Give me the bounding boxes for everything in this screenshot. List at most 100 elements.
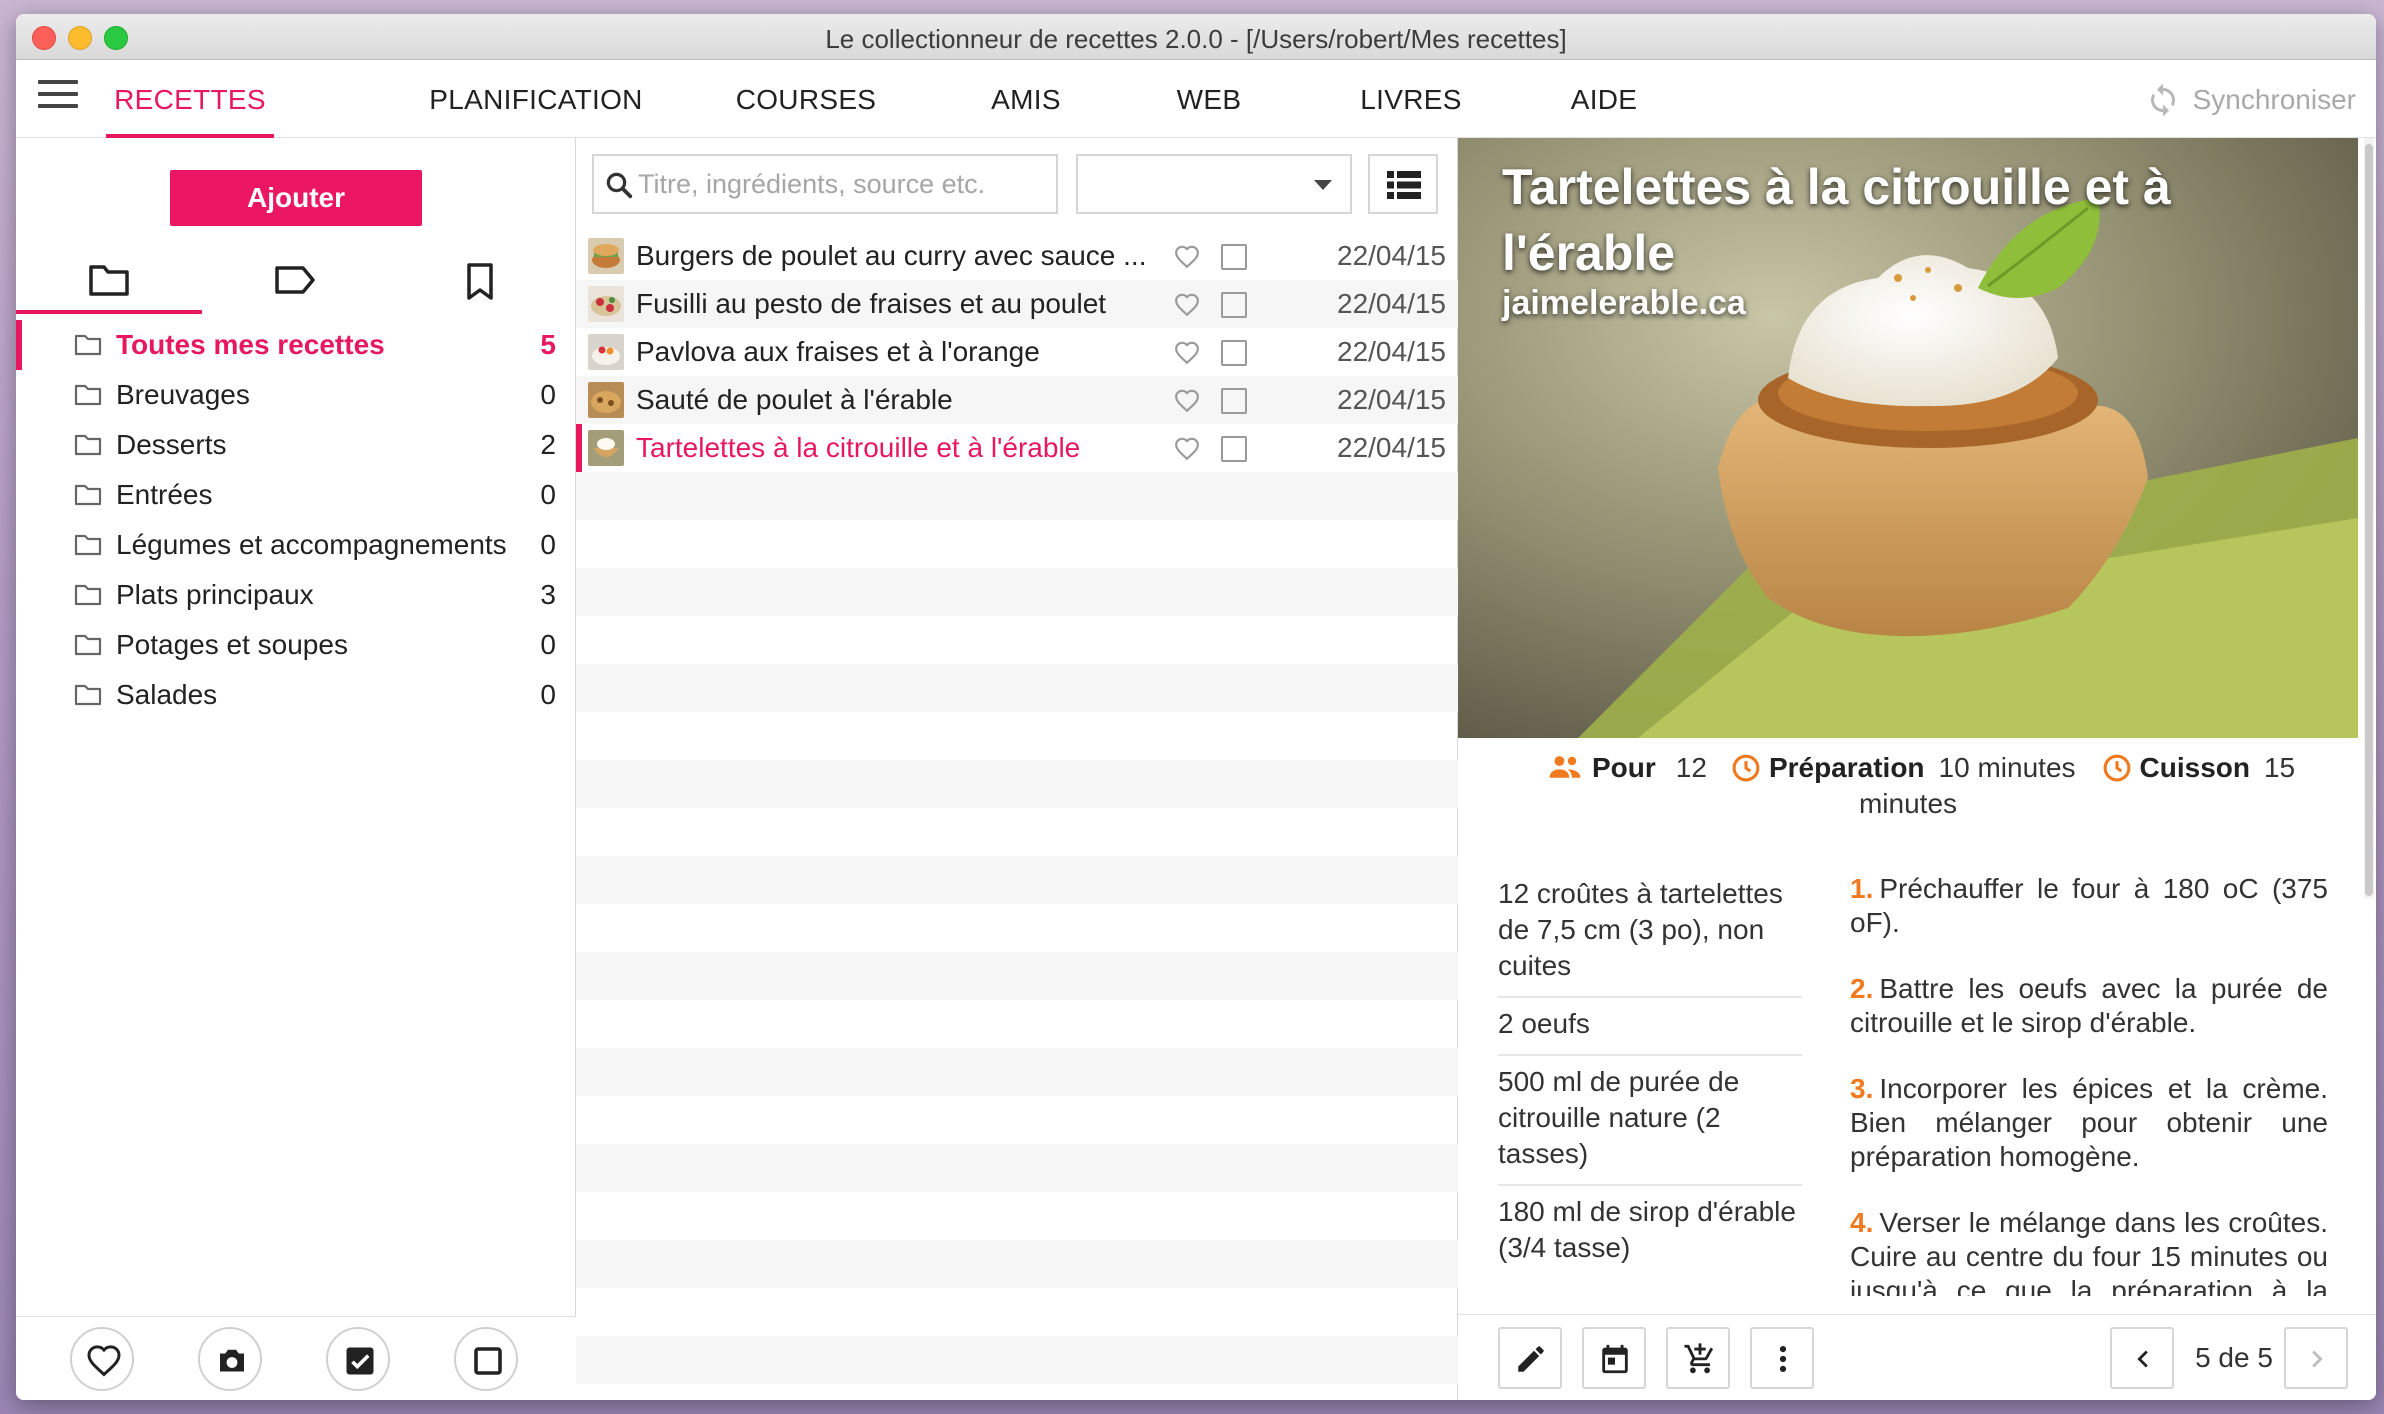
step-number: 4.	[1850, 1207, 1874, 1238]
more-options-button[interactable]	[1750, 1327, 1814, 1389]
heart-icon[interactable]	[1173, 244, 1201, 270]
left-bottom-toolbar	[16, 1316, 576, 1400]
next-recipe-button[interactable]	[2284, 1327, 2348, 1389]
photo-filter-button[interactable]	[198, 1327, 262, 1391]
scrollbar-thumb[interactable]	[2365, 144, 2373, 896]
step-number: 3.	[1850, 1073, 1874, 1104]
empty-row	[576, 472, 1458, 520]
pencil-icon	[1518, 1346, 1544, 1372]
folder-icon	[74, 534, 102, 556]
recipe-date: 22/04/15	[1337, 288, 1446, 319]
list-view-icon	[1387, 171, 1421, 199]
empty-row	[576, 616, 1458, 664]
instructions-list: 1. Préchauffer le four à 180 oC (375 oF).…	[1850, 872, 2328, 1296]
tab-recettes[interactable]: RECETTES	[106, 60, 274, 138]
tab-amis[interactable]: AMIS	[976, 60, 1076, 138]
checked-filter-button[interactable]	[326, 1327, 390, 1391]
recipe-detail-panel: Tartelettes à la citrouille et à l'érabl…	[1458, 138, 2376, 1400]
recipe-checkbox[interactable]	[1221, 340, 1247, 366]
cook-value-continued: minutes	[1858, 788, 1958, 819]
add-to-cart-button[interactable]	[1666, 1327, 1730, 1389]
category-item[interactable]: Plats principaux 3	[16, 570, 576, 620]
category-name: Desserts	[116, 429, 227, 460]
category-item[interactable]: Légumes et accompagnements 0	[16, 520, 576, 570]
title-bar: Le collectionneur de recettes 2.0.0 - [/…	[16, 14, 2376, 60]
chevron-right-icon	[2312, 1350, 2323, 1368]
tab-aide[interactable]: AIDE	[1556, 60, 1652, 138]
category-name: Potages et soupes	[116, 629, 348, 660]
detail-scrollbar[interactable]	[2364, 138, 2374, 898]
recipe-date: 22/04/15	[1337, 240, 1446, 271]
empty-row	[576, 760, 1458, 808]
recipe-name: Sauté de poulet à l'érable	[636, 384, 953, 415]
recipe-row[interactable]: Burgers de poulet au curry avec sauce ..…	[576, 232, 1458, 280]
clock-icon	[2103, 754, 2130, 782]
tab-web[interactable]: WEB	[1164, 60, 1254, 138]
clock-icon	[1732, 754, 1760, 782]
step-text: Verser le mélange dans les croûtes. Cuir…	[1850, 1207, 2328, 1296]
tab-courses[interactable]: COURSES	[728, 60, 884, 138]
folder-icon	[74, 384, 102, 406]
recipe-checkbox[interactable]	[1221, 388, 1247, 414]
tab-tags[interactable]	[202, 252, 388, 314]
category-item[interactable]: Entrées 0	[16, 470, 576, 520]
recipe-source[interactable]: jaimelerable.ca	[1502, 284, 1746, 323]
empty-row	[576, 952, 1458, 1000]
recipe-row[interactable]: Sauté de poulet à l'érable 22/04/15	[576, 376, 1458, 424]
checked-box-icon	[346, 1347, 374, 1375]
category-name: Toutes mes recettes	[116, 329, 385, 360]
category-item[interactable]: Breuvages 0	[16, 370, 576, 420]
category-item[interactable]: Toutes mes recettes 5	[16, 320, 576, 370]
favorites-filter-button[interactable]	[70, 1327, 134, 1391]
add-recipe-button[interactable]: Ajouter	[170, 170, 422, 226]
heart-icon[interactable]	[1173, 292, 1201, 318]
tab-livres[interactable]: LIVRES	[1346, 60, 1476, 138]
tag-icon	[275, 266, 315, 294]
cook-value: 15	[2263, 752, 2296, 783]
category-count: 0	[540, 379, 556, 410]
previous-recipe-button[interactable]	[2110, 1327, 2174, 1389]
edit-recipe-button[interactable]	[1498, 1327, 1562, 1389]
empty-row	[576, 1192, 1458, 1240]
category-name: Breuvages	[116, 379, 250, 410]
recipe-date: 22/04/15	[1337, 432, 1446, 463]
list-view-button[interactable]	[1368, 154, 1438, 214]
recipe-row[interactable]: Tartelettes à la citrouille et à l'érabl…	[576, 424, 1458, 472]
search-icon	[606, 172, 633, 199]
tab-folders[interactable]	[16, 252, 202, 314]
empty-row	[576, 1000, 1458, 1048]
heart-icon[interactable]	[1173, 436, 1201, 462]
recipe-row[interactable]: Fusilli au pesto de fraises et au poulet…	[576, 280, 1458, 328]
heart-icon[interactable]	[1173, 388, 1201, 414]
heart-icon	[87, 1345, 121, 1377]
hamburger-menu-icon[interactable]	[38, 80, 78, 114]
recipe-checkbox[interactable]	[1221, 244, 1247, 270]
unchecked-filter-button[interactable]	[454, 1327, 518, 1391]
tab-bookmarks[interactable]	[388, 252, 574, 314]
category-item[interactable]: Salades 0	[16, 670, 576, 720]
sync-button[interactable]: Synchroniser	[2145, 82, 2356, 118]
filter-dropdown[interactable]	[1076, 154, 1352, 214]
recipe-checkbox[interactable]	[1221, 436, 1247, 462]
recipe-photo: Tartelettes à la citrouille et à l'érabl…	[1458, 138, 2358, 738]
chevron-down-icon	[1314, 180, 1332, 190]
main-menu-bar: RECETTES PLANIFICATION COURSES AMIS WEB …	[16, 60, 2376, 138]
recipe-thumbnail	[588, 286, 624, 322]
instruction-step: 1. Préchauffer le four à 180 oC (375 oF).	[1850, 872, 2328, 940]
recipe-date: 22/04/15	[1337, 336, 1446, 367]
category-item[interactable]: Potages et soupes 0	[16, 620, 576, 670]
empty-row	[576, 568, 1458, 616]
plan-recipe-button[interactable]	[1582, 1327, 1646, 1389]
ingredients-list: 12 croûtes à tartelettes de 7,5 cm (3 po…	[1498, 868, 1802, 1278]
recipe-name: Pavlova aux fraises et à l'orange	[636, 336, 1040, 367]
recipe-row[interactable]: Pavlova aux fraises et à l'orange 22/04/…	[576, 328, 1458, 376]
empty-row	[576, 904, 1458, 952]
category-item[interactable]: Desserts 2	[16, 420, 576, 470]
heart-icon[interactable]	[1173, 340, 1201, 366]
recipe-checkbox[interactable]	[1221, 292, 1247, 318]
cook-label: Cuisson	[2139, 752, 2250, 783]
category-name: Salades	[116, 679, 218, 710]
tab-planification[interactable]: PLANIFICATION	[414, 60, 658, 138]
prep-label: Préparation	[1768, 752, 1925, 783]
search-input[interactable]	[638, 164, 1048, 204]
